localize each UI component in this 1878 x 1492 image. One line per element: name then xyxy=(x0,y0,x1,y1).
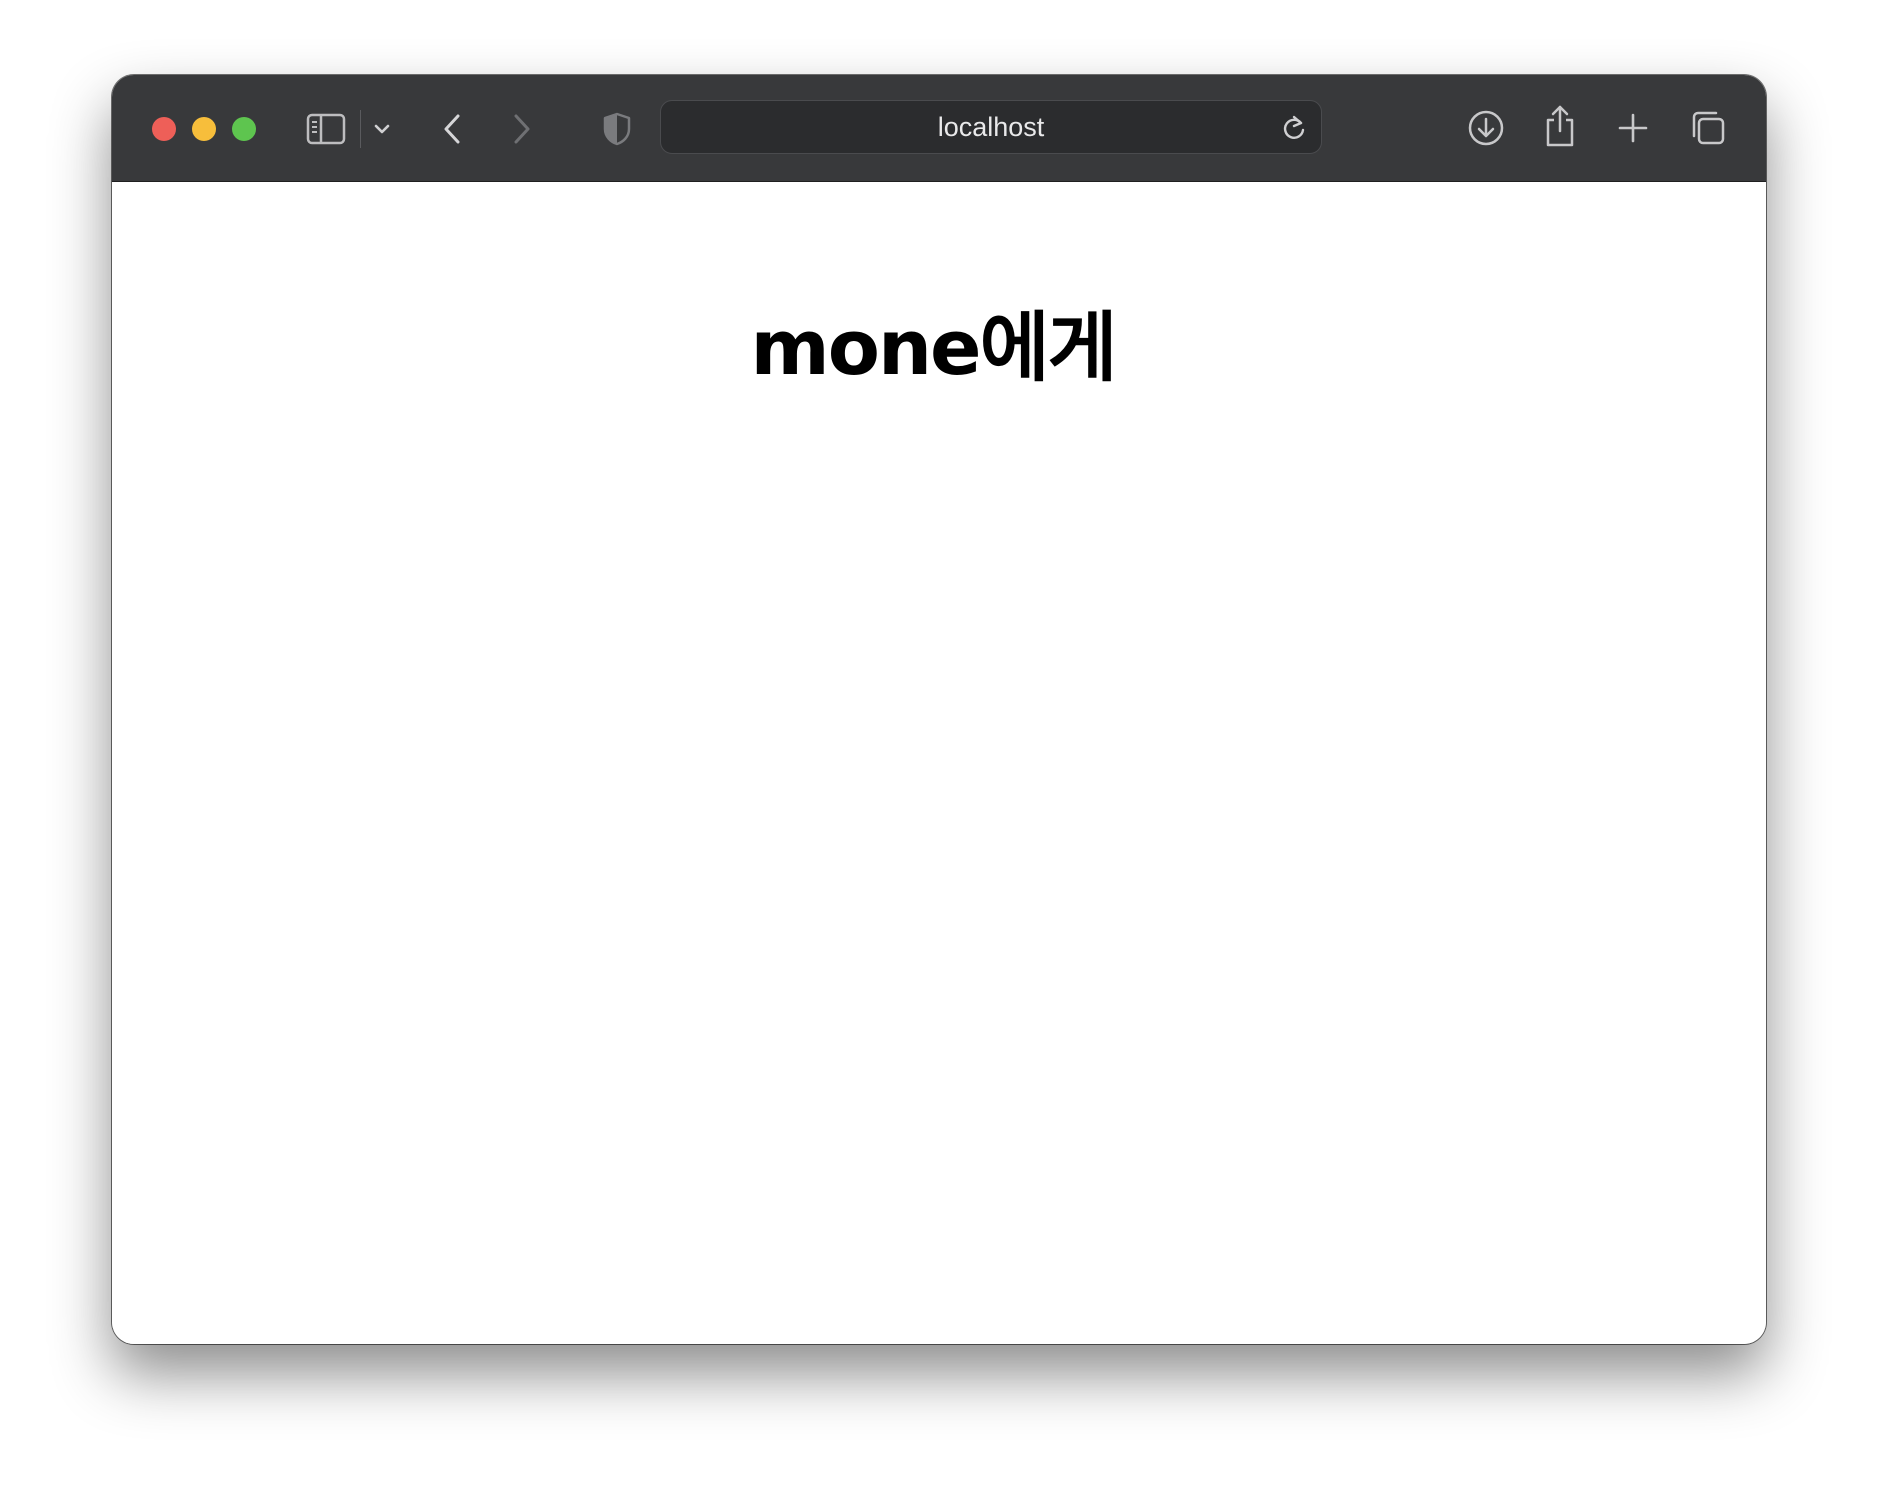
new-tab-button[interactable] xyxy=(1611,106,1655,150)
back-icon xyxy=(444,114,460,144)
close-window-button[interactable] xyxy=(152,117,176,141)
share-icon xyxy=(1546,105,1574,147)
tab-overview-button[interactable] xyxy=(1686,106,1730,150)
back-button[interactable] xyxy=(432,108,472,150)
sidebar-toggle-button[interactable] xyxy=(305,108,347,150)
privacy-report-button[interactable] xyxy=(597,108,637,150)
sidebar-icon xyxy=(306,113,346,145)
reload-icon xyxy=(1283,115,1305,139)
download-icon xyxy=(1468,110,1504,146)
plus-icon xyxy=(1618,113,1648,143)
browser-toolbar: localhost xyxy=(112,75,1766,182)
chevron-down-icon xyxy=(374,124,390,134)
address-bar-url: localhost xyxy=(937,111,1045,142)
toolbar-divider xyxy=(360,110,361,148)
sidebar-menu-button[interactable] xyxy=(368,115,396,143)
page-content: mone에게 xyxy=(112,182,1766,1344)
reload-button[interactable] xyxy=(1277,111,1311,145)
share-button[interactable] xyxy=(1538,102,1582,150)
forward-icon xyxy=(514,114,530,144)
downloads-button[interactable] xyxy=(1464,106,1508,150)
browser-window: localhost mone에게 xyxy=(112,75,1766,1344)
address-bar[interactable]: localhost xyxy=(660,100,1322,154)
tabs-icon xyxy=(1692,111,1725,145)
page-heading: mone에게 xyxy=(750,303,1118,392)
minimize-window-button[interactable] xyxy=(192,117,216,141)
shield-icon xyxy=(603,112,631,146)
forward-button[interactable] xyxy=(502,108,542,150)
maximize-window-button[interactable] xyxy=(232,117,256,141)
